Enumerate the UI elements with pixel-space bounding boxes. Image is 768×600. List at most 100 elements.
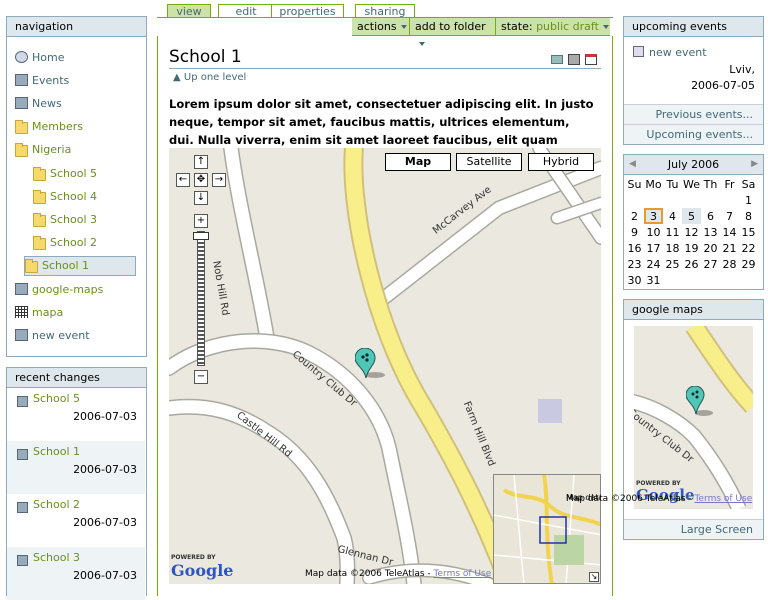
map-marker-icon[interactable] [354,347,385,379]
mini-terms-link[interactable]: Terms of Use [695,494,753,504]
calendar-day[interactable]: 29 [739,256,758,272]
mini-map-marker-icon[interactable] [685,385,716,421]
recent-change-item[interactable]: School 5 2006-07-03 [7,388,145,441]
calendar-day[interactable]: 11 [663,224,682,240]
terms-of-use-link[interactable]: Terms of Use [434,569,492,579]
zoom-out-button[interactable]: − [194,370,208,384]
nav-item-members[interactable]: Members [15,117,83,137]
upcoming-events-link[interactable]: Upcoming events... [624,124,763,144]
nav-item-school-4[interactable]: School 4 [33,186,97,206]
calendar-day[interactable]: 25 [663,256,682,272]
pan-center-button[interactable]: ✥ [194,173,208,187]
actions-menu[interactable]: actions [352,18,409,35]
pan-right-button[interactable]: → [212,173,226,187]
calendar-day[interactable]: 28 [720,256,739,272]
calendar-day[interactable]: 8 [739,208,758,224]
map-type-map-button[interactable]: Map [385,153,451,171]
events-header: upcoming events [624,17,763,37]
pan-up-button[interactable]: ↑ [194,155,208,169]
recent-change-item[interactable]: School 2 2006-07-03 [7,494,145,547]
calendar-day[interactable]: 21 [720,240,739,256]
overview-map[interactable]: Map data ©2006 TeleAtlas - ↘ [493,474,601,584]
calendar-month: July 2006 [667,158,720,171]
nav-item-school-1[interactable]: School 1 [24,255,136,276]
mini-map[interactable]: Country Club Dr POWERED BY Google [634,326,753,509]
calendar-day[interactable]: 26 [682,256,701,272]
calendar-day[interactable]: 14 [720,224,739,240]
prev-month-button[interactable]: ◀ [629,155,636,174]
calendar-day[interactable]: 16 [625,240,644,256]
recent-change-item[interactable]: School 1 2006-07-03 [7,441,145,494]
calendar-day[interactable]: 10 [644,224,663,240]
calendar-day[interactable]: 1 [739,192,758,208]
up-one-level-link[interactable]: ▲ Up one level [173,72,246,83]
nav-label: Home [32,50,65,64]
nav-item-mapa[interactable]: mapa [15,302,63,322]
mini-map-data: Map data ©2006 TeleAtlas - Terms of Use [566,494,752,504]
map-type-hybrid-button[interactable]: Hybrid [528,153,594,171]
document-icon [17,396,28,407]
nav-label: School 1 [42,259,90,273]
prev-events-link[interactable]: Previous events... [624,104,763,124]
event-icon [15,329,28,342]
calendar-day[interactable]: 2 [625,208,644,224]
recent-change-item[interactable]: School 3 2006-07-03 [7,547,145,600]
calendar-day[interactable]: 31 [644,272,663,288]
calendar-empty [720,272,739,288]
nav-item-school-2[interactable]: School 2 [33,233,97,253]
map-view[interactable]: Nob Hill Rd McCarvey Ave Country Club Dr… [169,148,601,584]
nav-item-new-event[interactable]: new event [15,325,90,345]
calendar-day[interactable]: 22 [739,240,758,256]
state-menu[interactable]: state: public draft [495,18,610,35]
event-icon [633,46,644,57]
calendar-day[interactable]: 20 [701,240,720,256]
calendar-day[interactable]: 19 [682,240,701,256]
nav-item-news[interactable]: News [15,93,62,113]
calendar-day[interactable]: 9 [625,224,644,240]
nav-item-school-3[interactable]: School 3 [33,209,97,229]
nav-item-google-maps[interactable]: google-maps [15,279,103,299]
fullscreen-icon[interactable] [585,54,597,65]
zoom-slider[interactable] [197,231,205,366]
document-icon [17,449,28,460]
print-icon[interactable] [568,54,580,65]
add-to-folder-menu[interactable]: add to folder [409,18,495,46]
large-screen-link[interactable]: Large Screen [624,519,763,539]
zoom-slider-handle[interactable] [193,232,209,240]
pan-left-button[interactable]: ← [176,173,190,187]
calendar-day[interactable]: 18 [663,240,682,256]
send-icon[interactable] [551,55,563,64]
nav-item-events[interactable]: Events [15,70,69,90]
calendar-day[interactable]: 30 [625,272,644,288]
calendar-day[interactable]: 17 [644,240,663,256]
nav-label: News [32,96,62,110]
calendar-day[interactable]: 24 [644,256,663,272]
calendar-day[interactable]: 12 [682,224,701,240]
calendar-day[interactable]: 4 [663,208,682,224]
calendar-week: 1 [625,192,758,208]
calendar-day[interactable]: 5 [682,208,701,224]
map-type-satellite-button[interactable]: Satellite [456,153,522,171]
calendar-day[interactable]: 23 [625,256,644,272]
calendar-day[interactable]: 13 [701,224,720,240]
calendar-day[interactable]: 7 [720,208,739,224]
calendar-day[interactable]: 27 [701,256,720,272]
calendar-weekday: Mo [645,177,662,191]
event-location: Lviv, [729,63,755,76]
folder-icon [15,143,28,158]
nav-item-nigeria[interactable]: Nigeria [15,140,71,160]
document-icon [17,555,28,566]
zoom-in-button[interactable]: + [194,214,208,228]
google-maps-portlet: google maps Country Club Dr POWERED BY G… [566,299,764,540]
calendar-week: 23 24 25 26 27 28 29 [625,256,758,272]
calendar-day[interactable]: 15 [739,224,758,240]
event-item[interactable]: new event [633,46,707,59]
upcoming-events-portlet: upcoming events new event Lviv, 2006-07-… [623,16,764,145]
nav-item-school-5[interactable]: School 5 [33,163,97,183]
overview-resize-icon[interactable]: ↘ [589,572,599,582]
next-month-button[interactable]: ▶ [751,155,758,174]
calendar-day[interactable]: 3 [644,208,663,224]
nav-item-home[interactable]: Home [15,47,64,67]
pan-down-button[interactable]: ↓ [194,191,208,205]
calendar-day[interactable]: 6 [701,208,720,224]
